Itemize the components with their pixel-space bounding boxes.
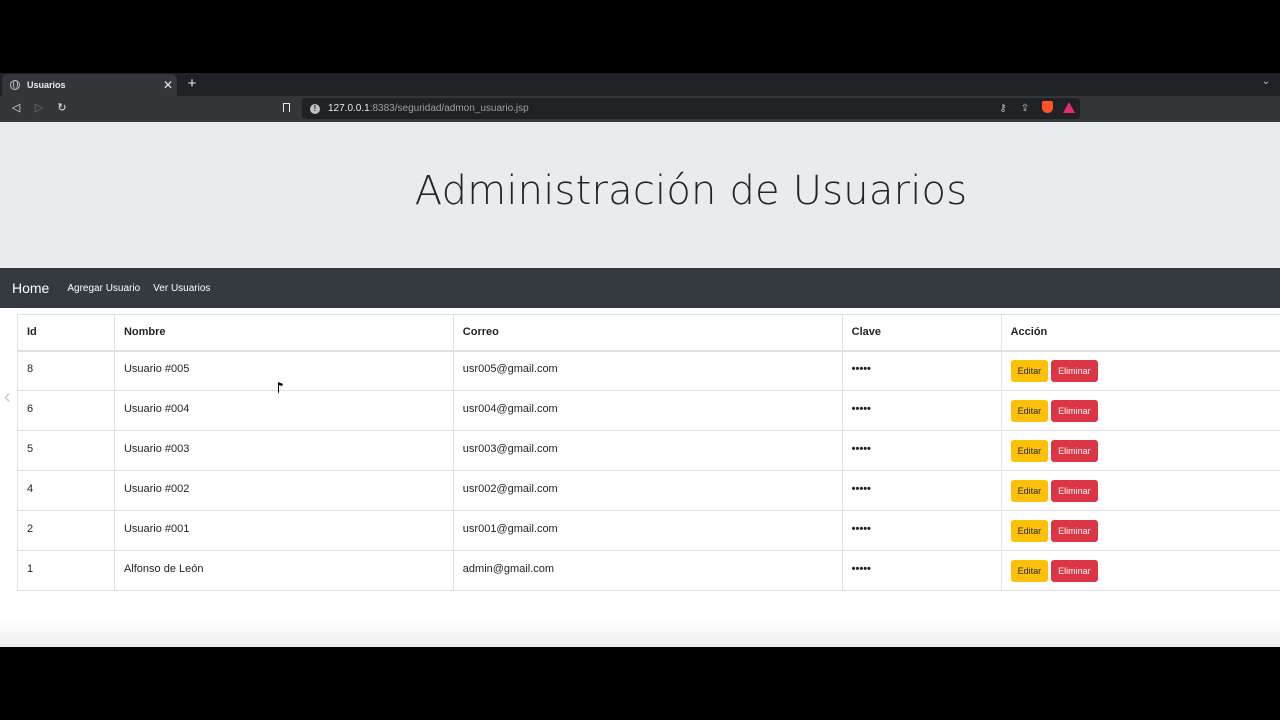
- header-id: Id: [17, 314, 115, 352]
- users-table-container: Id Nombre Correo Clave Acción 8 Usuario …: [17, 314, 1280, 591]
- cell-correo: usr005@gmail.com: [452, 350, 843, 391]
- header-correo: Correo: [452, 314, 843, 352]
- forward-arrow-icon[interactable]: ▷: [31, 100, 47, 116]
- table-row: 5 Usuario #003 usr003@gmail.com ••••• Ed…: [17, 430, 1280, 471]
- cell-nombre: Usuario #004: [113, 390, 454, 431]
- table-row: 6 Usuario #004 usr004@gmail.com ••••• Ed…: [17, 390, 1280, 431]
- brave-rewards-icon[interactable]: [1058, 101, 1080, 116]
- jumbotron: Administración de Usuarios: [0, 122, 1280, 268]
- cell-id: 6: [17, 390, 115, 431]
- delete-button[interactable]: Eliminar: [1051, 359, 1098, 382]
- back-arrow-icon[interactable]: ◁: [8, 100, 24, 116]
- edit-button[interactable]: Editar: [1010, 559, 1049, 582]
- cell-id: 8: [17, 350, 115, 391]
- cell-nombre: Usuario #002: [113, 470, 454, 511]
- header-accion: Acción: [1000, 314, 1280, 352]
- header-clave: Clave: [841, 314, 1002, 352]
- letterbox-top: [0, 0, 1280, 73]
- cell-nombre: Usuario #001: [113, 510, 454, 551]
- cell-clave: •••••: [841, 550, 1002, 591]
- cell-id: 2: [17, 510, 115, 551]
- users-table: Id Nombre Correo Clave Acción 8 Usuario …: [17, 314, 1280, 591]
- bookmark-icon[interactable]: [283, 103, 290, 112]
- edit-button[interactable]: Editar: [1010, 479, 1049, 502]
- chevron-down-icon[interactable]: ⌄: [1258, 76, 1274, 87]
- cell-accion: Editar Eliminar: [1000, 390, 1280, 431]
- cell-clave: •••••: [841, 510, 1002, 551]
- page-title: Administración de Usuarios: [414, 168, 968, 214]
- new-tab-button[interactable]: +: [184, 74, 200, 94]
- cell-nombre: Alfonso de León: [113, 550, 454, 591]
- letterbox-bottom: [0, 647, 1280, 720]
- edit-button[interactable]: Editar: [1010, 519, 1049, 542]
- chevron-left-icon[interactable]: ‹: [4, 386, 11, 409]
- edit-button[interactable]: Editar: [1010, 439, 1049, 462]
- cell-clave: •••••: [841, 430, 1002, 471]
- edit-button[interactable]: Editar: [1010, 359, 1049, 382]
- page-bottom-shade: [0, 620, 1280, 647]
- cell-accion: Editar Eliminar: [1000, 430, 1280, 471]
- cell-correo: admin@gmail.com: [452, 550, 843, 591]
- delete-button[interactable]: Eliminar: [1051, 519, 1098, 542]
- table-row: 1 Alfonso de León admin@gmail.com ••••• …: [17, 550, 1280, 591]
- key-icon[interactable]: ⚷: [992, 103, 1014, 114]
- nav-link-agregar-usuario[interactable]: Agregar Usuario: [67, 283, 140, 294]
- navbar-brand-home[interactable]: Home: [12, 280, 49, 296]
- cell-accion: Editar Eliminar: [1000, 510, 1280, 551]
- url-host: 127.0.0.1: [328, 103, 370, 114]
- delete-button[interactable]: Eliminar: [1051, 399, 1098, 422]
- cell-correo: usr002@gmail.com: [452, 470, 843, 511]
- table-row: 4 Usuario #002 usr002@gmail.com ••••• Ed…: [17, 470, 1280, 511]
- share-icon[interactable]: ⇪: [1014, 103, 1036, 114]
- cell-id: 4: [17, 470, 115, 511]
- browser-tab-usuarios[interactable]: Usuarios ✕: [2, 74, 177, 96]
- address-bar[interactable]: ! 127.0.0.1:8383/seguridad/admon_usuario…: [302, 98, 1080, 119]
- cell-correo: usr001@gmail.com: [452, 510, 843, 551]
- site-info-icon[interactable]: !: [310, 103, 320, 114]
- main-navbar: Home Agregar Usuario Ver Usuarios: [0, 268, 1280, 308]
- delete-button[interactable]: Eliminar: [1051, 439, 1098, 462]
- mouse-cursor-fill: [279, 385, 282, 392]
- reload-icon[interactable]: ↻: [54, 100, 70, 116]
- cell-nombre: Usuario #005: [113, 350, 454, 391]
- cell-clave: •••••: [841, 350, 1002, 391]
- cell-clave: •••••: [841, 390, 1002, 431]
- table-row: 8 Usuario #005 usr005@gmail.com ••••• Ed…: [17, 350, 1280, 391]
- header-nombre: Nombre: [113, 314, 454, 352]
- cell-clave: •••••: [841, 470, 1002, 511]
- brave-shield-icon[interactable]: [1036, 101, 1058, 116]
- page-viewport: Administración de Usuarios Home Agregar …: [0, 122, 1280, 647]
- delete-button[interactable]: Eliminar: [1051, 559, 1098, 582]
- tab-title: Usuarios: [27, 80, 66, 90]
- close-tab-icon[interactable]: ✕: [159, 79, 177, 91]
- table-header-row: Id Nombre Correo Clave Acción: [17, 314, 1280, 352]
- url-path: :8383/seguridad/admon_usuario.jsp: [369, 103, 529, 114]
- cell-accion: Editar Eliminar: [1000, 470, 1280, 511]
- cell-accion: Editar Eliminar: [1000, 350, 1280, 391]
- edit-button[interactable]: Editar: [1010, 399, 1049, 422]
- delete-button[interactable]: Eliminar: [1051, 479, 1098, 502]
- nav-link-ver-usuarios[interactable]: Ver Usuarios: [153, 283, 210, 294]
- table-row: 2 Usuario #001 usr001@gmail.com ••••• Ed…: [17, 510, 1280, 551]
- cell-correo: usr004@gmail.com: [452, 390, 843, 431]
- cell-accion: Editar Eliminar: [1000, 550, 1280, 591]
- globe-icon: [10, 80, 20, 90]
- cell-nombre: Usuario #003: [113, 430, 454, 471]
- cell-correo: usr003@gmail.com: [452, 430, 843, 471]
- cell-id: 1: [17, 550, 115, 591]
- cell-id: 5: [17, 430, 115, 471]
